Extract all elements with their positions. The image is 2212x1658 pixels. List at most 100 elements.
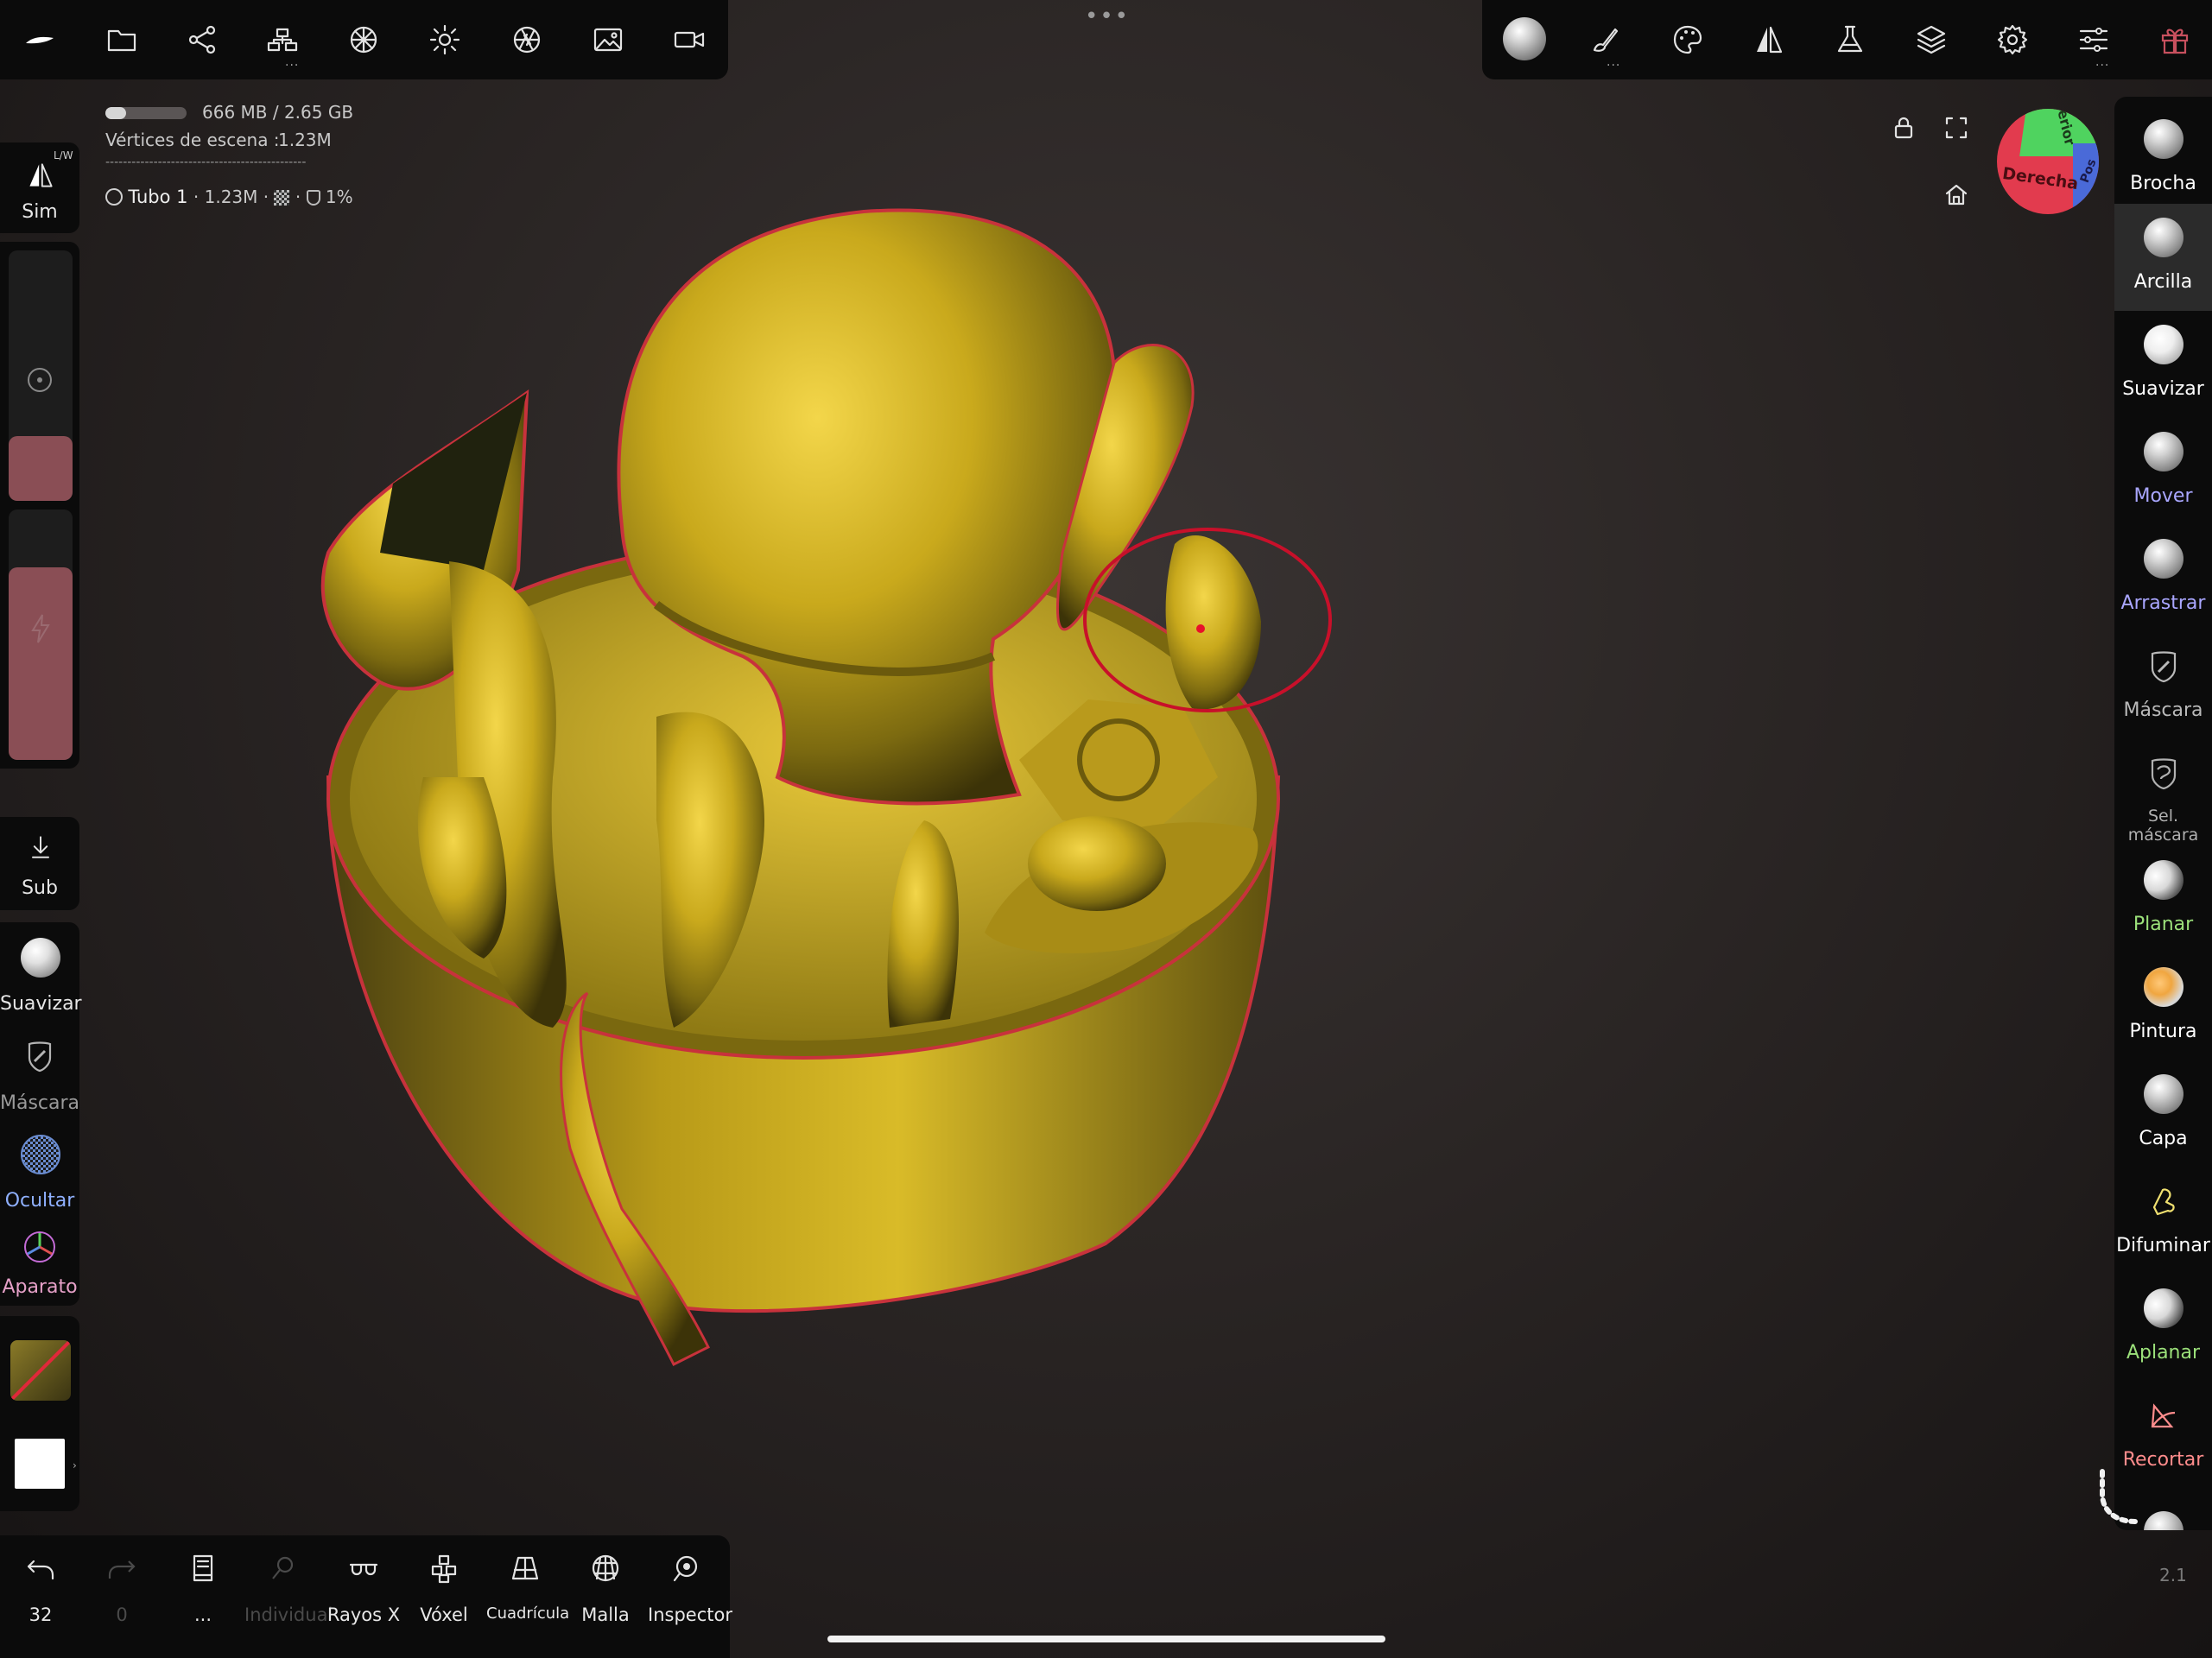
gizmo-label: Aparato (2, 1276, 78, 1298)
voxel-label: Vóxel (420, 1604, 468, 1625)
home-indicator (827, 1636, 1385, 1642)
brush-panel: Brocha Arcilla Suavizar Mover Arrastrar … (2114, 97, 2212, 1530)
mesh-label: Malla (581, 1604, 630, 1625)
light-icon[interactable] (428, 22, 462, 57)
vertices-label: Vértices de escena : (105, 130, 280, 150)
mascara-shield-icon (2145, 648, 2182, 684)
image-icon[interactable] (591, 22, 625, 57)
palette-icon[interactable] (1670, 22, 1705, 57)
brush-pintura[interactable]: Pintura (2114, 953, 2212, 1060)
view-cube[interactable]: erior Pos Derecha (1997, 109, 2099, 214)
color-swatch[interactable] (15, 1439, 65, 1489)
brush-aplanar[interactable]: Aplanar (2114, 1275, 2212, 1382)
smooth-tool[interactable]: Suavizar (0, 931, 82, 1026)
inspector-label: Inspector (648, 1604, 732, 1625)
brush-capa[interactable]: Capa (2114, 1060, 2212, 1168)
top-left-toolbar: ... (0, 0, 728, 79)
scene-tree-icon[interactable] (265, 22, 300, 57)
radius-slider[interactable] (0, 242, 79, 769)
lock-icon[interactable] (1891, 115, 1917, 141)
brush-mover[interactable]: Mover (2114, 418, 2212, 525)
aplanar-ball-icon (2144, 1288, 2183, 1328)
hide-tool[interactable]: Ocultar (0, 1128, 79, 1223)
brush-planar[interactable]: Planar (2114, 846, 2212, 953)
brush-sel-mascara[interactable]: Sel. máscara (2114, 739, 2212, 846)
intensity-fill (9, 566, 73, 760)
symmetry-icon[interactable] (1752, 22, 1786, 57)
sel-mascara-shield-icon (2145, 755, 2182, 791)
texture-sphere-icon[interactable] (346, 22, 381, 57)
flask-icon[interactable] (1833, 22, 1867, 57)
mesh-icon (105, 188, 123, 206)
share-icon[interactable] (185, 22, 219, 57)
sliders-more-dots: ... (2095, 55, 2110, 69)
left-bottom-group: › (0, 1316, 79, 1511)
hide-dots-icon (21, 1135, 60, 1174)
gift-icon[interactable] (2158, 22, 2192, 57)
pintura-ball-icon (2144, 967, 2183, 1007)
mesh-button[interactable]: Malla (567, 1553, 644, 1639)
gear-icon[interactable] (1995, 22, 2030, 57)
smooth-label: Suavizar (0, 993, 82, 1015)
mask-tool[interactable]: Máscara (0, 1030, 79, 1125)
subdivide-button[interactable]: Sub (0, 817, 79, 910)
sliders-icon[interactable] (2076, 22, 2111, 57)
redo-button[interactable]: 0 (83, 1553, 161, 1639)
capa-ball-icon (2144, 1074, 2183, 1114)
brush-panel-drag-handle-icon[interactable] (2090, 1468, 2139, 1535)
brush-suavizar[interactable]: Suavizar (2114, 311, 2212, 418)
brush-difuminar[interactable]: Difuminar (2114, 1168, 2212, 1275)
redo-count: 0 (116, 1604, 128, 1625)
xray-label: Rayos X (326, 1604, 401, 1625)
smooth-ball-icon (21, 938, 60, 978)
undo-button[interactable]: 32 (2, 1553, 79, 1639)
grid-icon (510, 1553, 541, 1584)
scene-more-dots: ... (285, 55, 300, 69)
brush-mascara[interactable]: Máscara (2114, 632, 2212, 739)
symmetry-button[interactable]: L/W Sim (0, 142, 79, 233)
gizmo-tool[interactable]: Aparato (0, 1225, 79, 1306)
brush-brocha[interactable]: Brocha (2114, 105, 2212, 212)
top-more-button[interactable]: ••• (1085, 3, 1130, 29)
object-info-row[interactable]: Tubo 1 · 1.23M · · 1% (105, 187, 353, 211)
voxel-button[interactable]: Vóxel (405, 1553, 483, 1639)
brush-arcilla[interactable]: Arcilla (2114, 204, 2212, 311)
mask-label: Máscara (0, 1092, 80, 1114)
viewport-canvas[interactable] (0, 0, 2212, 1658)
individual-label: Individual (244, 1604, 333, 1625)
arrastrar-ball-icon (2144, 539, 2183, 579)
matcap-thumbnail-icon[interactable] (10, 1340, 71, 1401)
fullscreen-icon[interactable] (1943, 115, 1969, 141)
intensity-track (9, 509, 73, 760)
camera-aperture-icon[interactable] (510, 22, 544, 57)
video-icon[interactable] (672, 22, 707, 57)
undo-count: 32 (29, 1604, 53, 1625)
suavizar-ball-icon (2144, 325, 2183, 364)
inspector-eye-icon (671, 1553, 702, 1584)
inspector-button[interactable]: Inspector (648, 1553, 732, 1639)
nomad-logo-icon[interactable] (22, 22, 57, 57)
brocha-ball-icon (2144, 119, 2183, 159)
individual-button[interactable]: Individual (244, 1553, 333, 1639)
grid-button[interactable]: Cuadrícula (486, 1553, 570, 1639)
radius-fill (9, 435, 73, 501)
history-more: ... (193, 1604, 212, 1625)
brush-arrastrar[interactable]: Arrastrar (2114, 525, 2212, 632)
grid-label: Cuadrícula (486, 1604, 570, 1623)
xray-button[interactable]: Rayos X (325, 1553, 402, 1639)
subdivide-label: Sub (22, 877, 58, 899)
top-right-toolbar: ... ... (1482, 0, 2212, 79)
shield-icon (306, 190, 320, 206)
folder-icon[interactable] (105, 22, 139, 57)
home-icon[interactable] (1943, 181, 1969, 207)
magnifier-icon (268, 1553, 299, 1584)
symmetry-badge: L/W (54, 149, 73, 161)
brush-stroke-icon[interactable] (1588, 22, 1622, 57)
layers-icon[interactable] (1914, 22, 1949, 57)
history-button[interactable]: ... (164, 1553, 242, 1639)
memory-bar (105, 107, 187, 119)
stats-separator: ----------------------------------------… (105, 155, 307, 169)
material-ball-icon[interactable] (1503, 17, 1546, 60)
symmetry-label: Sim (22, 201, 58, 223)
recortar-cut-icon (2145, 1397, 2182, 1433)
